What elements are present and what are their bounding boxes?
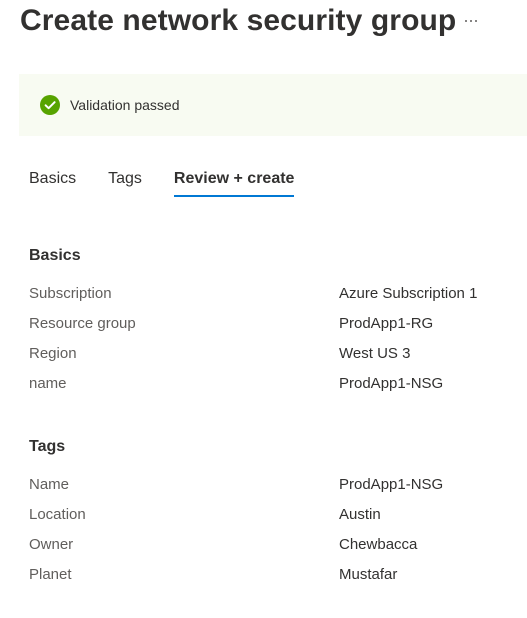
summary-row-tag-location: Location Austin bbox=[29, 506, 519, 526]
tab-basics[interactable]: Basics bbox=[29, 170, 76, 197]
summary-row-tag-planet: Planet Mustafar bbox=[29, 566, 519, 586]
summary-row-tag-name: Name ProdApp1-NSG bbox=[29, 476, 519, 496]
summary-value: West US 3 bbox=[339, 345, 411, 362]
tab-review-create[interactable]: Review + create bbox=[173, 170, 294, 197]
ellipsis-icon[interactable] bbox=[462, 14, 480, 28]
check-circle-icon bbox=[40, 95, 60, 115]
summary-row-tag-owner: Owner Chewbacca bbox=[29, 536, 519, 556]
summary-row-subscription: Subscription Azure Subscription 1 bbox=[29, 285, 519, 305]
summary-value: ProdApp1-NSG bbox=[339, 375, 444, 392]
summary-row-resource-group: Resource group ProdApp1-RG bbox=[29, 315, 519, 335]
section-title-tags: Tags bbox=[29, 438, 66, 455]
wizard-tabs: Basics Tags Review + create bbox=[29, 170, 294, 197]
summary-label: Region bbox=[29, 345, 77, 362]
validation-message: Validation passed bbox=[70, 97, 180, 113]
summary-value: Azure Subscription 1 bbox=[339, 285, 478, 302]
summary-label: Subscription bbox=[29, 285, 112, 302]
summary-label: name bbox=[29, 375, 67, 392]
summary-label: Resource group bbox=[29, 315, 136, 332]
summary-row-region: Region West US 3 bbox=[29, 345, 519, 365]
summary-value: ProdApp1-RG bbox=[339, 315, 434, 332]
summary-row-name: name ProdApp1-NSG bbox=[29, 375, 519, 395]
tab-tags[interactable]: Tags bbox=[108, 170, 142, 197]
summary-label: Planet bbox=[29, 566, 72, 583]
summary-label: Owner bbox=[29, 536, 74, 553]
validation-banner: Validation passed bbox=[19, 74, 527, 136]
summary-value: Austin bbox=[339, 506, 381, 523]
summary-label: Name bbox=[29, 476, 70, 493]
summary-value: ProdApp1-NSG bbox=[339, 476, 444, 493]
create-nsg-review-page: Create network security group Validation… bbox=[0, 0, 527, 618]
section-title-basics: Basics bbox=[29, 247, 81, 264]
summary-value: Chewbacca bbox=[339, 536, 418, 553]
summary-value: Mustafar bbox=[339, 566, 398, 583]
summary-label: Location bbox=[29, 506, 86, 523]
page-header: Create network security group bbox=[20, 4, 456, 38]
page-title: Create network security group bbox=[20, 4, 457, 37]
